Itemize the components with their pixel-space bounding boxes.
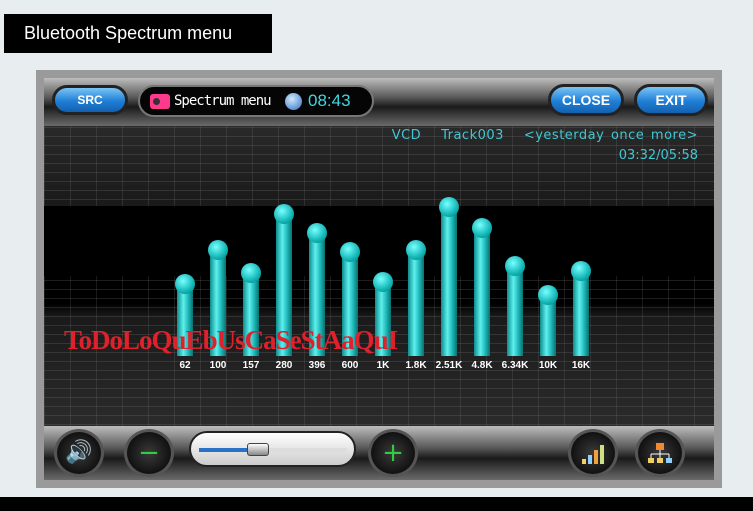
spectrum-bar-cap xyxy=(241,262,261,283)
spectrum-bar-cap xyxy=(340,242,360,262)
src-button[interactable]: SRC xyxy=(52,85,128,115)
exit-button[interactable]: EXIT xyxy=(634,84,708,116)
overlay-text: ToDoLoQuEbUsCaSeStAaQuI xyxy=(64,325,398,355)
minus-button[interactable]: − xyxy=(124,429,174,477)
spectrum-bar xyxy=(408,250,424,356)
band-label: 16K xyxy=(571,360,591,371)
track-info: VCD Track003 <yesterday once more> xyxy=(392,128,698,143)
volume-button[interactable]: 🔊 xyxy=(54,429,104,477)
playback-time: 03:32/05:58 xyxy=(618,148,698,163)
globe-icon xyxy=(285,93,302,110)
device-frame: SRC Spectrum menu 08:43 CLOSE EXIT VCD T… xyxy=(36,70,722,488)
speaker-icon: 🔊 xyxy=(65,440,93,465)
close-button[interactable]: CLOSE xyxy=(548,84,624,116)
spectrum-bar-cap xyxy=(472,218,492,238)
network-icon xyxy=(648,443,672,463)
footer-bar xyxy=(0,497,753,511)
menu-label: Spectrum menu xyxy=(174,93,272,109)
plus-button[interactable]: + xyxy=(368,429,418,477)
spectrum-bar-cap xyxy=(175,274,195,294)
menu-info: Spectrum menu 08:43 xyxy=(138,85,374,117)
network-button[interactable] xyxy=(635,429,685,477)
source: VCD xyxy=(391,128,422,143)
clock: 08:43 xyxy=(308,91,351,110)
spectrum-bar xyxy=(573,271,589,356)
spectrum-bar-cap xyxy=(274,203,294,224)
radio-icon xyxy=(150,94,170,109)
page-title: Bluetooth Spectrum menu xyxy=(4,14,272,53)
spectrum-bar xyxy=(507,266,523,356)
spectrum-bar-cap xyxy=(307,222,327,243)
screen: SRC Spectrum menu 08:43 CLOSE EXIT VCD T… xyxy=(44,78,714,480)
equalizer-button[interactable] xyxy=(568,429,618,477)
top-bar: SRC Spectrum menu 08:43 CLOSE EXIT xyxy=(44,78,714,126)
signal-bars-icon xyxy=(582,445,604,464)
bottom-bar: 🔊 − + xyxy=(44,426,714,480)
volume-slider[interactable] xyxy=(189,431,356,467)
slider-track xyxy=(199,443,347,456)
spectrum-bar xyxy=(474,228,490,356)
dark-band xyxy=(44,206,714,276)
track-title: <yesterday once more> xyxy=(523,128,698,143)
slider-thumb[interactable] xyxy=(247,443,270,456)
spectrum-bar xyxy=(441,207,457,356)
track-number: Track003 xyxy=(441,128,504,143)
